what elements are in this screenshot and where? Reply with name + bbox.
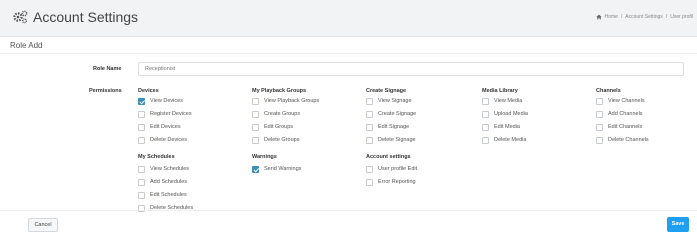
breadcrumb-home[interactable]: Home [605,14,618,20]
checkbox-view-media[interactable]: View Media [482,97,522,105]
checkbox-box[interactable] [596,110,603,118]
checkbox-box[interactable] [252,136,259,144]
group-title-channels: Channels [596,88,621,94]
checkbox-delete-media[interactable]: Delete Media [482,136,526,144]
cogs-icon [13,10,28,24]
checkbox-create-signage[interactable]: Create Signage [366,110,416,118]
checkbox-box[interactable] [482,136,489,144]
checkbox-upload-media[interactable]: Upload Media [482,110,528,118]
role-name-label: Role Name [93,66,122,72]
checkbox-edit-channels[interactable]: Edit Channels [596,123,642,131]
checkbox-box[interactable] [138,136,145,144]
checkbox-view-devices[interactable]: View Devices [138,97,183,105]
role-add-panel: Role Add Role Name Receptionist Permissi… [0,36,697,247]
breadcrumb-separator: / [620,14,623,20]
role-name-input[interactable]: Receptionist [138,62,684,76]
checkbox-box[interactable] [366,178,373,186]
group-title-playback-groups: My Playback Groups [252,88,307,94]
home-icon [595,14,602,20]
checkbox-edit-devices[interactable]: Edit Devices [138,123,181,131]
checkbox-edit-signage[interactable]: Edit Signage [366,123,409,131]
cancel-button[interactable]: Cancel [28,218,58,232]
checkbox-box[interactable] [596,123,603,131]
checkbox-delete-devices[interactable]: Delete Devices [138,136,187,144]
checkbox-box[interactable] [596,97,603,105]
checkbox-view-signage[interactable]: View Signage [366,97,412,105]
checkbox-box[interactable] [138,97,145,105]
checkbox-box[interactable] [596,136,603,144]
checkbox-user-profile-edit[interactable]: User profile Edit [366,165,417,173]
group-title-account-settings: Account settings [366,154,411,160]
checkbox-box[interactable] [252,97,259,105]
checkbox-view-channels[interactable]: View Channels [596,97,645,105]
checkbox-box[interactable] [138,110,145,118]
checkbox-box[interactable] [366,97,373,105]
checkbox-box[interactable] [138,191,145,199]
checkbox-register-devices[interactable]: Register Devices [138,110,192,118]
group-title-devices: Devices [138,88,159,94]
checkbox-box[interactable] [252,110,259,118]
page-header: Account Settings Home / Account Settings… [0,0,697,36]
checkbox-box[interactable] [252,123,259,131]
checkbox-box[interactable] [366,165,373,173]
checkbox-error-reporting[interactable]: Error Reporting [366,178,416,186]
checkbox-delete-signage[interactable]: Delete Signage [366,136,416,144]
checkbox-edit-media[interactable]: Edit Media [482,123,520,131]
breadcrumb-separator: / [665,14,668,20]
checkbox-edit-groups[interactable]: Edit Groups [252,123,293,131]
group-title-media-library: Media Library [482,88,518,94]
save-button[interactable]: Save [667,217,689,232]
page-title: Account Settings [33,9,139,25]
checkbox-view-schedules[interactable]: View Schedules [138,165,189,173]
checkbox-box[interactable] [366,123,373,131]
footer-divider [0,210,697,211]
checkbox-box[interactable] [252,165,259,173]
panel-title: Role Add [10,41,43,50]
checkbox-box[interactable] [366,136,373,144]
checkbox-box[interactable] [482,97,489,105]
checkbox-box[interactable] [482,110,489,118]
checkbox-box[interactable] [366,110,373,118]
checkbox-add-schedules[interactable]: Add Schedules [138,178,187,186]
checkbox-delete-groups[interactable]: Delete Groups [252,136,299,144]
divider [0,53,697,54]
checkbox-box[interactable] [138,178,145,186]
checkbox-delete-channels[interactable]: Delete Channels [596,136,649,144]
breadcrumb-account-settings[interactable]: Account Settings [625,14,663,20]
group-title-warnings: Warnings [252,154,277,160]
checkbox-send-warnings[interactable]: Send Warnings [252,165,301,173]
checkbox-add-channels[interactable]: Add Channels [596,110,643,118]
checkbox-edit-schedules[interactable]: Edit Schedules [138,191,187,199]
permissions-label: Permissions [89,88,122,94]
checkbox-create-groups[interactable]: Create Groups [252,110,300,118]
group-title-my-schedules: My Schedules [138,154,175,160]
breadcrumb: Home / Account Settings / User profil [595,14,693,20]
breadcrumb-current: User profil [670,14,693,20]
checkbox-box[interactable] [138,123,145,131]
checkbox-box[interactable] [138,165,145,173]
group-title-create-signage: Create Signage [366,88,407,94]
checkbox-view-playback-groups[interactable]: View Playback Groups [252,97,319,105]
checkbox-box[interactable] [482,123,489,131]
